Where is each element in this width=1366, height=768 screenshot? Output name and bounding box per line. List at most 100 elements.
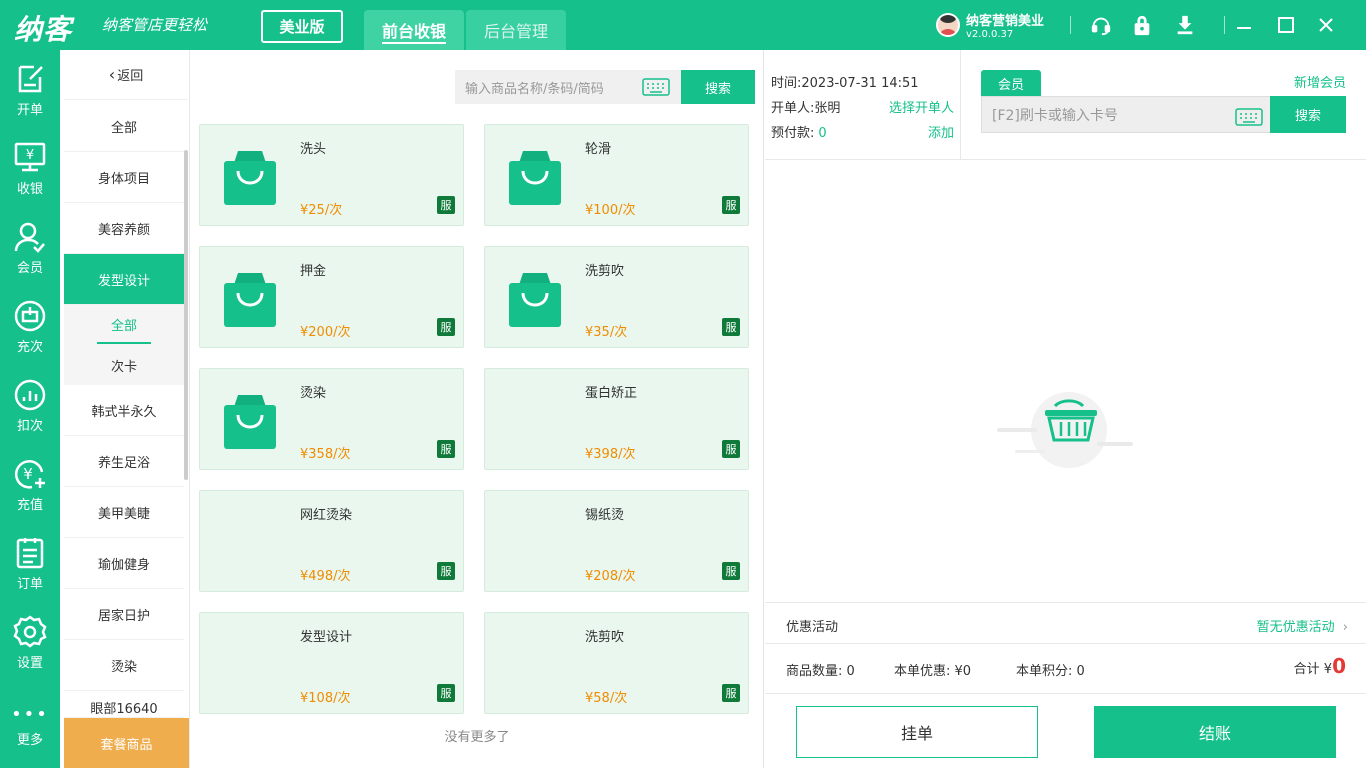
category-item[interactable]: 全部 [64,101,184,152]
maximize-icon[interactable] [1274,13,1298,37]
product-price: ¥25/次 [300,203,343,218]
subcategory-label: 全部 [96,315,151,344]
select-opener-link[interactable]: 选择开单人 [889,97,954,116]
nav-item-member[interactable]: 会员 [0,208,60,287]
download-icon[interactable] [1173,13,1197,37]
time-value: 2023-07-31 14:51 [801,76,919,91]
subcategory-item[interactable]: 次卡 [64,345,184,385]
nav-item-order[interactable]: 开单 [0,50,60,129]
product-price: ¥398/次 [585,447,636,462]
product-card[interactable]: 洗剪吹 ¥58/次 服 [484,612,749,714]
product-card[interactable]: 烫染 ¥358/次 服 [199,368,464,470]
add-member-link[interactable]: 新增会员 [1294,72,1346,91]
more-icon: ••• [11,704,49,725]
product-area: 输入商品名称/条码/简码 搜索 洗头 ¥25/次服轮滑 ¥100/次服押金 ¥200/… [190,50,764,768]
category-item[interactable]: 韩式半永久 [64,385,184,436]
discount-value: ¥0 [954,664,972,679]
order-info: 时间:2023-07-31 14:51 开单人:张明 选择开单人 预付款: 0 添… [765,50,961,160]
add-prepay-link[interactable]: 添加 [928,122,954,141]
nav-item-recharge-money[interactable]: ¥ 充值 [0,445,60,524]
member-section: 会员 新增会员 [F2]刷卡或输入卡号 搜索 [961,50,1366,160]
category-item[interactable]: 美容养颜 [64,203,184,254]
product-search-button[interactable]: 搜索 [681,70,755,104]
product-name: 锡纸烫 [585,508,625,523]
product-name: 蛋白矫正 [585,386,638,401]
tab-front-cashier[interactable]: 前台收银 [364,10,464,50]
qty-value: 0 [846,664,855,679]
package-products-button[interactable]: 套餐商品 [64,718,189,768]
product-price: ¥200/次 [300,325,351,340]
product-card[interactable]: 网红烫染 ¥498/次 服 [199,490,464,592]
product-price: ¥100/次 [585,203,636,218]
time-label: 时间: [771,76,802,91]
nav-label: 订单 [16,577,43,592]
product-card[interactable]: 洗剪吹 ¥35/次 服 [484,246,749,348]
points-label: 本单积分: [1016,664,1073,679]
product-card[interactable]: 洗头 ¥25/次 服 [199,124,464,226]
nav-item-settings[interactable]: 设置 [0,603,60,682]
minimize-icon[interactable] [1232,13,1256,37]
nav-item-orders[interactable]: 订单 [0,524,60,603]
member-card-input[interactable]: [F2]刷卡或输入卡号 [981,96,1271,133]
product-name: 轮滑 [585,142,612,157]
promotion-row[interactable]: 优惠活动 暂无优惠活动 › [765,602,1366,644]
scrollbar[interactable] [184,150,188,480]
product-name: 烫染 [300,386,327,401]
chevron-right-icon: › [1342,620,1348,635]
tab-back-management[interactable]: 后台管理 [466,10,566,50]
prepay-label: 预付款: [771,126,815,141]
product-name: 押金 [300,264,327,279]
hold-order-button[interactable]: 挂单 [796,706,1038,758]
product-price: ¥208/次 [585,569,636,584]
edition-button[interactable]: 美业版 [261,10,343,43]
product-card[interactable]: 发型设计 ¥108/次 服 [199,612,464,714]
product-name: 发型设计 [300,630,353,645]
service-badge: 服 [437,318,455,336]
order-total: 合计 ¥0 [1294,654,1346,678]
user-name: 纳客营销美业 [966,14,1045,29]
opener-label: 开单人: [771,101,815,116]
svg-text:¥: ¥ [26,148,34,163]
category-item[interactable]: 身体项目 [64,152,184,203]
close-icon[interactable] [1314,13,1338,37]
lock-icon[interactable] [1130,13,1154,37]
product-card[interactable]: 押金 ¥200/次 服 [199,246,464,348]
back-button[interactable]: ‹ 返回 [64,50,188,100]
category-item[interactable]: 眼部16640 [64,691,184,718]
item-count: 商品数量: 0 [786,660,855,679]
category-item[interactable]: 烫染 [64,640,184,691]
nav-item-more[interactable]: ••• 更多 [0,689,60,768]
avatar [936,13,960,37]
category-item[interactable]: 养生足浴 [64,436,184,487]
product-name: 洗剪吹 [585,630,625,645]
nav-label: 扣次 [16,419,43,434]
settings-icon [13,615,47,648]
checkout-button[interactable]: 结账 [1094,706,1336,758]
shopping-bag-icon [222,269,278,329]
nav-item-cashier[interactable]: ¥ 收银 [0,129,60,208]
nav-item-deduct-times[interactable]: 扣次 [0,366,60,445]
product-card[interactable]: 锡纸烫 ¥208/次 服 [484,490,749,592]
top-bar: 纳客 纳客管店更轻松 美业版 前台收银 后台管理 纳客营销美业 v2.0.0.3… [0,0,1366,50]
customer-service-icon[interactable] [1089,13,1113,37]
nav-label: 充值 [16,498,43,513]
qty-label: 商品数量: [786,664,843,679]
category-item[interactable]: 美甲美睫 [64,487,184,538]
category-item[interactable]: 瑜伽健身 [64,538,184,589]
deduct-times-icon [14,379,46,411]
total-label: 合计 ¥ [1293,662,1333,677]
member-search-button[interactable]: 搜索 [1270,96,1346,133]
product-card[interactable]: 轮滑 ¥100/次 服 [484,124,749,226]
product-name: 洗剪吹 [585,264,625,279]
total-value: 0 [1332,654,1346,678]
keyboard-icon[interactable] [642,78,670,100]
member-tab[interactable]: 会员 [981,70,1041,96]
nav-label: 收银 [16,182,43,197]
subcategory-item-active[interactable]: 全部 [64,305,184,345]
category-item-active[interactable]: 发型设计 [64,254,184,305]
nav-item-recharge-times[interactable]: 充次 [0,287,60,366]
product-card[interactable]: 蛋白矫正 ¥398/次 服 [484,368,749,470]
orders-icon [16,538,44,569]
category-item[interactable]: 居家日护 [64,589,184,640]
keyboard-icon[interactable] [1235,108,1263,130]
